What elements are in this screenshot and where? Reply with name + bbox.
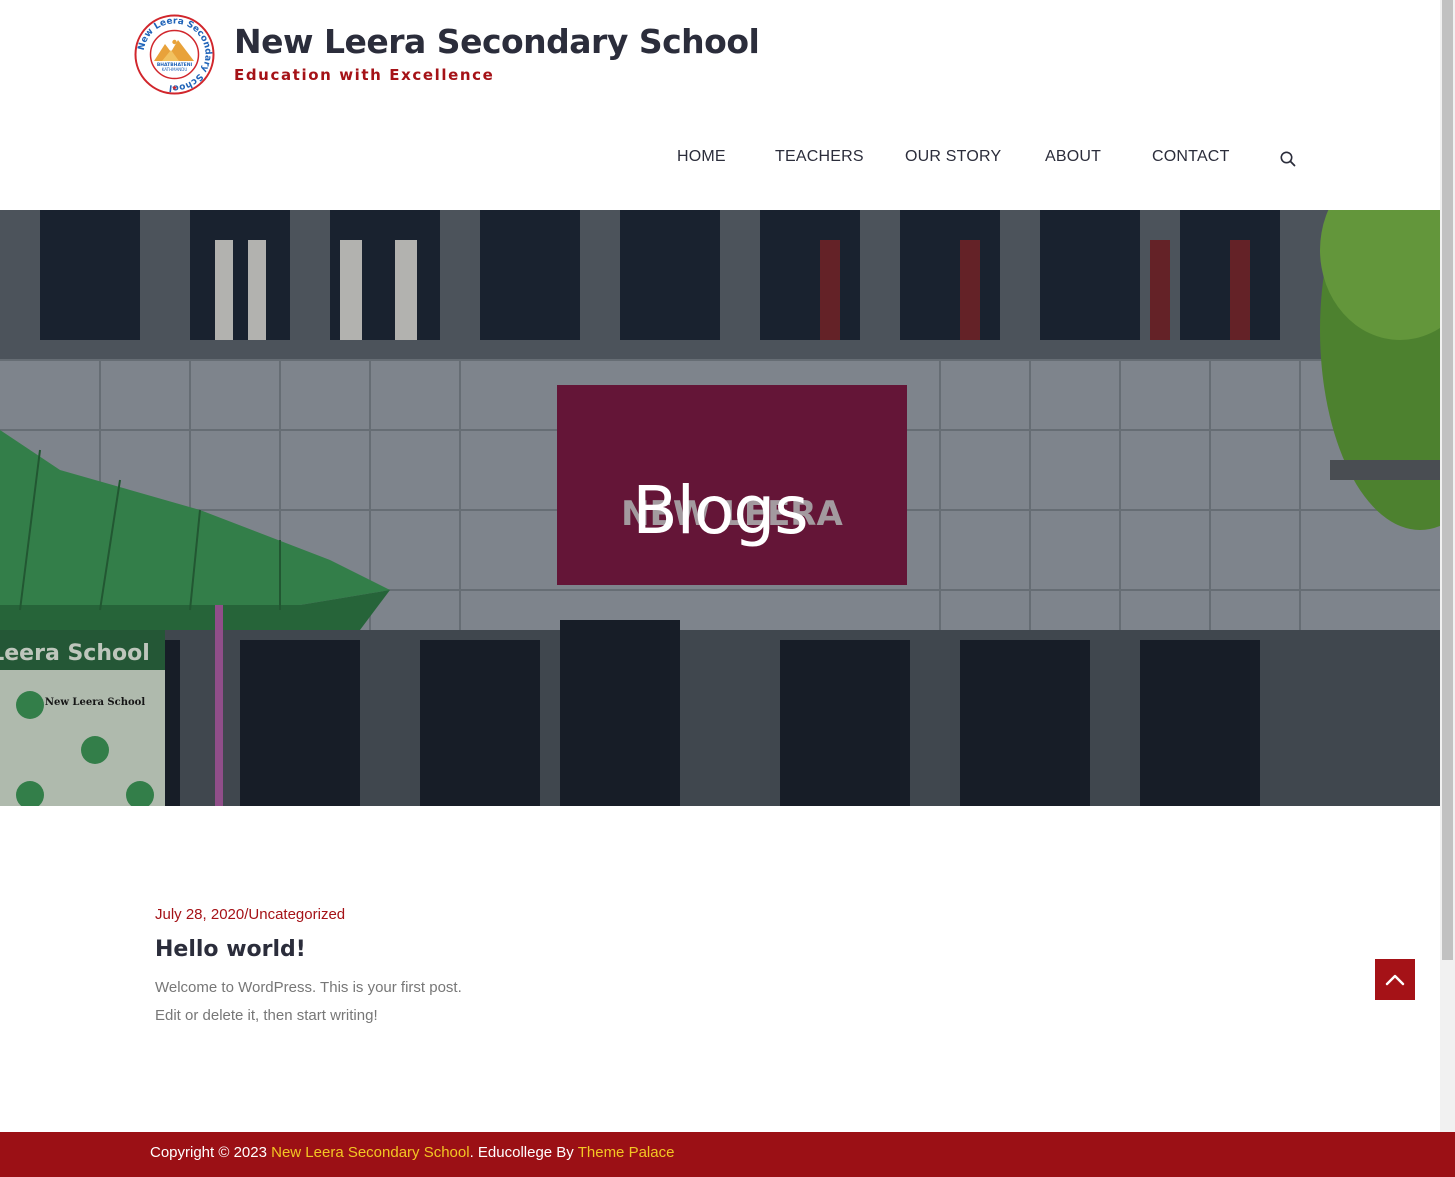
post-category-link[interactable]: Uncategorized xyxy=(248,906,345,923)
footer-site-link[interactable]: New Leera Secondary School xyxy=(271,1144,469,1161)
page: New Leera Secondary School BHATBHATENI K… xyxy=(0,0,1455,1177)
nav-item-teachers[interactable]: Teachers xyxy=(775,148,864,166)
post-excerpt: Welcome to WordPress. This is your first… xyxy=(155,974,495,1030)
post-date-link[interactable]: July 28, 2020 xyxy=(155,906,244,923)
nav-item-about[interactable]: About xyxy=(1045,148,1101,166)
footer-copyright-middle: . Educollege By xyxy=(469,1144,578,1161)
footer-theme-link[interactable]: Theme Palace xyxy=(578,1144,675,1161)
logo-center-text-2: KATHMANDU xyxy=(162,67,188,72)
blog-post: July 28, 2020/Uncategorized Hello world!… xyxy=(155,906,495,1030)
post-title[interactable]: Hello world! xyxy=(155,937,495,962)
hero-title: Blogs xyxy=(632,472,808,549)
logo-star-icon: ★ xyxy=(171,84,177,92)
scrollbar-thumb[interactable] xyxy=(1442,0,1453,960)
nav-item-our-story[interactable]: Our Story xyxy=(905,148,1001,166)
site-header: New Leera Secondary School BHATBHATENI K… xyxy=(0,0,1440,210)
site-tagline: Education with Excellence xyxy=(234,66,495,84)
site-title[interactable]: New Leera Secondary School xyxy=(234,22,760,61)
hero-banner: NEW LEERA Leera School New Leera School … xyxy=(0,210,1440,806)
footer-copyright: Copyright © 2023 New Leera Secondary Sch… xyxy=(150,1144,674,1161)
nav-item-home[interactable]: Home xyxy=(677,148,726,166)
post-excerpt-line-1: Welcome to WordPress. This is your first… xyxy=(155,979,462,996)
scrollbar-track[interactable] xyxy=(1440,0,1455,1132)
post-meta: July 28, 2020/Uncategorized xyxy=(155,906,495,923)
site-logo[interactable]: New Leera Secondary School BHATBHATENI K… xyxy=(134,14,215,95)
site-footer: Copyright © 2023 New Leera Secondary Sch… xyxy=(0,1132,1455,1177)
search-icon[interactable] xyxy=(1279,150,1297,168)
footer-copyright-prefix: Copyright © 2023 xyxy=(150,1144,272,1161)
post-excerpt-line-2: Edit or delete it, then start writing! xyxy=(155,1007,378,1024)
nav-item-contact[interactable]: Contact xyxy=(1152,148,1230,166)
back-to-top-button[interactable] xyxy=(1375,959,1415,1000)
chevron-up-icon xyxy=(1385,974,1405,986)
main-nav: Home Teachers Our Story About Contact xyxy=(0,148,1440,172)
